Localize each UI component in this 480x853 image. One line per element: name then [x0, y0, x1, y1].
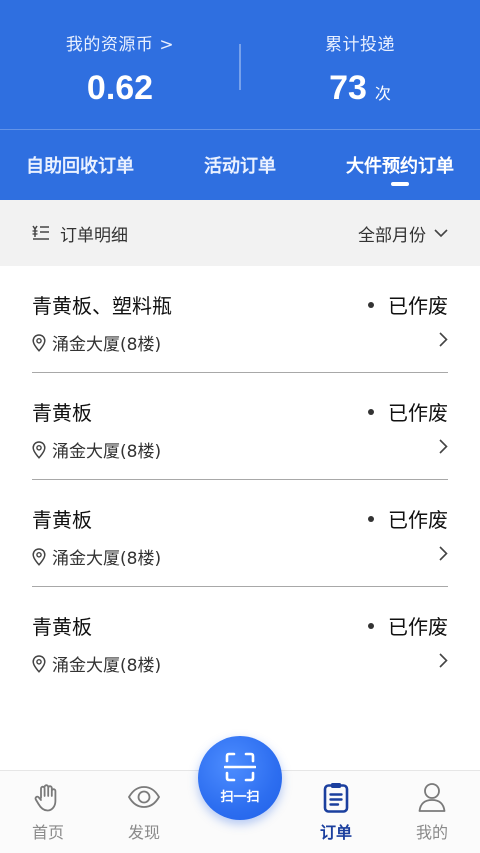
order-status-text: 已作废 [388, 615, 448, 639]
tabbar-discover-label: 发现 [127, 823, 160, 842]
stats-divider [239, 44, 241, 90]
resource-coins-value-row: 0.62 [87, 69, 153, 108]
tabbar-discover[interactable]: 发现 [96, 771, 192, 853]
hand-icon [34, 784, 57, 812]
order-item[interactable]: 青黄板 已作废 涌金大厦(8楼) [32, 587, 448, 694]
status-dot-icon [368, 408, 374, 415]
order-tabs: 自助回收订单 活动订单 大件预约订单 [0, 130, 480, 200]
chevron-right-icon [439, 653, 448, 668]
tab-activity-orders[interactable]: 活动订单 [160, 130, 320, 200]
tabbar-orders-label: 订单 [319, 823, 352, 842]
tab-bulky-appointment-orders[interactable]: 大件预约订单 [320, 130, 480, 200]
location-pin-icon [32, 333, 46, 352]
status-dot-icon [368, 622, 374, 629]
order-item[interactable]: 青黄板 已作废 涌金大厦(8楼) [32, 480, 448, 587]
order-status-text: 已作废 [388, 294, 448, 318]
status-dot-icon [368, 515, 374, 522]
header: 我的资源币 > 0.62 累计投递 73 次 自助回收订单 活动订单 大件预约订… [0, 0, 480, 200]
order-location-text: 涌金大厦(8楼) [52, 549, 162, 569]
order-detail-bar: 订单明细 全部月份 [0, 200, 480, 266]
location-pin-icon [32, 547, 46, 566]
chevron-right-icon [439, 439, 448, 454]
delivery-count: 累计投递 73 次 [240, 0, 480, 130]
order-item[interactable]: 青黄板、塑料瓶 已作废 涌金大厦(8楼) [32, 266, 448, 373]
delivery-count-unit: 次 [374, 84, 391, 103]
tabbar-home-label: 首页 [31, 823, 64, 842]
order-item[interactable]: 青黄板 已作废 涌金大厦(8楼) [32, 373, 448, 480]
section-title: 订单明细 [60, 225, 128, 246]
order-status: 已作废 [368, 290, 448, 319]
location-pin-icon [32, 654, 46, 673]
order-status: 已作废 [368, 397, 448, 426]
status-dot-icon [368, 301, 374, 308]
month-filter-label: 全部月份 [358, 225, 426, 246]
scan-button[interactable]: 扫一扫 [198, 736, 282, 820]
chevron-down-icon [434, 228, 448, 237]
delivery-count-value: 73 [329, 69, 367, 107]
order-title: 青黄板 [32, 508, 92, 532]
clipboard-icon [323, 783, 349, 813]
delivery-count-label: 累计投递 [325, 35, 395, 55]
scan-button-label: 扫一扫 [220, 789, 260, 805]
order-location-text: 涌金大厦(8楼) [52, 442, 162, 462]
resource-coins-label: 我的资源币 > [65, 35, 175, 55]
order-location-text: 涌金大厦(8楼) [52, 335, 162, 355]
user-icon [418, 783, 446, 812]
order-title: 青黄板 [32, 401, 92, 425]
tabbar-mine-label: 我的 [415, 823, 448, 842]
order-location: 涌金大厦(8楼) [32, 330, 161, 355]
order-location: 涌金大厦(8楼) [32, 437, 161, 462]
order-title: 青黄板 [32, 615, 92, 639]
tab-self-recycle-orders[interactable]: 自助回收订单 [0, 130, 160, 200]
chevron-right-icon [439, 546, 448, 561]
stats-panel: 我的资源币 > 0.62 累计投递 73 次 [0, 0, 480, 130]
location-pin-icon [32, 440, 46, 459]
resource-coins-value: 0.62 [86, 69, 154, 107]
order-status-text: 已作废 [388, 401, 448, 425]
order-location: 涌金大厦(8楼) [32, 651, 161, 676]
order-status: 已作废 [368, 611, 448, 640]
list-icon [32, 225, 49, 240]
order-location-text: 涌金大厦(8楼) [52, 656, 162, 676]
tabbar-mine[interactable]: 我的 [384, 771, 480, 853]
tabbar-home[interactable]: 首页 [0, 771, 96, 853]
tabbar-orders[interactable]: 订单 [288, 771, 384, 853]
chevron-right-icon [439, 332, 448, 347]
delivery-count-value-row: 73 次 [329, 69, 391, 108]
scan-icon [224, 752, 256, 781]
order-list: 青黄板、塑料瓶 已作废 涌金大厦(8楼) 青黄板 已作废 涌金大厦(8楼) 青黄… [0, 266, 480, 694]
order-location: 涌金大厦(8楼) [32, 544, 161, 569]
order-title: 青黄板、塑料瓶 [32, 294, 172, 318]
resource-coins[interactable]: 我的资源币 > 0.62 [0, 0, 240, 130]
month-filter-dropdown[interactable]: 全部月份 [358, 221, 448, 246]
eye-icon [127, 786, 161, 808]
order-status-text: 已作废 [388, 508, 448, 532]
order-status: 已作废 [368, 504, 448, 533]
